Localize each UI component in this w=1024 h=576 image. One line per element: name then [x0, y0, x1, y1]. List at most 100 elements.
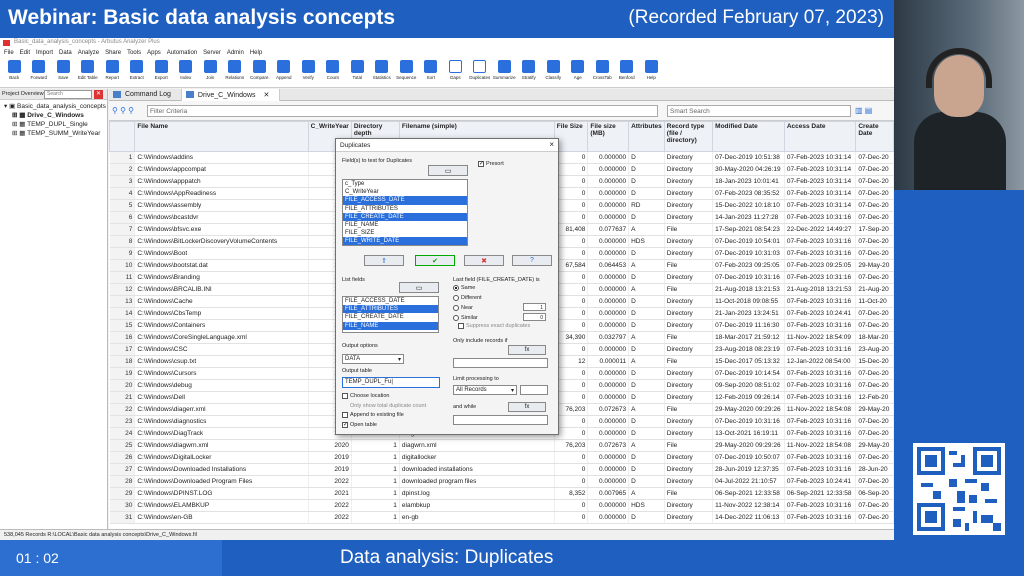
column-header[interactable]	[109, 121, 136, 152]
menu-item-edit[interactable]: Edit	[20, 50, 30, 56]
help-button[interactable]: Help	[639, 58, 664, 88]
tab-close-icon[interactable]: ✕	[264, 92, 270, 99]
table-row[interactable]: 27 C:\Windows\Downloaded Installations 201…	[109, 463, 894, 476]
limit-processing-select[interactable]: All Records ▾	[453, 385, 517, 395]
field-option[interactable]: FILE_ACCESS_DATE	[343, 196, 467, 205]
choose-location-checkbox[interactable]: Choose location	[342, 393, 389, 399]
radio-similar[interactable]: Similar	[453, 315, 478, 321]
count-button[interactable]: Count	[321, 58, 346, 88]
output-type-select[interactable]: DATA ▾	[342, 354, 404, 364]
report-button[interactable]: Report	[100, 58, 125, 88]
expression-builder-button[interactable]: fx	[508, 345, 546, 355]
back-button[interactable]: Back	[2, 58, 27, 88]
tree-item[interactable]: ⊞ ▦ TEMP_SUMM_WriteYear	[4, 129, 107, 138]
append-existing-checkbox[interactable]: Append to existing file	[342, 412, 404, 418]
while-expression-button[interactable]: fx	[508, 402, 546, 412]
edit-table-button[interactable]: Edit Table	[76, 58, 101, 88]
column-header[interactable]: Access Date	[783, 121, 857, 152]
compare-button[interactable]: Compare	[247, 58, 272, 88]
menu-item-tools[interactable]: Tools	[127, 50, 141, 56]
column-header[interactable]: Attributes	[628, 121, 665, 152]
list-fields-listbox[interactable]: FILE_ACCESS_DATE FILE_ATTRIBUTES FILE_CREA…	[342, 296, 439, 333]
index-button[interactable]: Index	[174, 58, 199, 88]
fields-listbox[interactable]: c_Type C_WriteYear FILE_ACCESS_DATE FILE_AT…	[342, 179, 468, 246]
table-row[interactable]: 29 C:\Windows\DPINST.LOG 2021 1 dpinst.log 8,…	[109, 487, 894, 500]
filter-criteria-input[interactable]: Filter Criteria	[147, 105, 658, 117]
list-field-option[interactable]: FILE_ACCESS_DATE	[343, 297, 438, 305]
clear-search-icon[interactable]: ✕	[94, 90, 103, 99]
column-header[interactable]: File Size	[553, 121, 589, 152]
classify-button[interactable]: Classify	[541, 58, 566, 88]
forward-button[interactable]: Forward	[27, 58, 52, 88]
limit-count-input[interactable]	[520, 385, 548, 395]
tab-command-log[interactable]: Command Log	[109, 89, 182, 101]
field-option[interactable]: FILE_ATTRIBUTES	[343, 205, 467, 213]
tree-item[interactable]: ⊞ ▦ Drive_C_Windows	[4, 111, 107, 120]
fields-expression-button[interactable]: ▭	[428, 165, 468, 176]
ok-button[interactable]: ✔	[415, 255, 455, 266]
menu-item-automation[interactable]: Automation	[167, 50, 197, 56]
column-header[interactable]: File Name	[134, 121, 309, 152]
condition-input[interactable]	[453, 358, 548, 368]
field-option[interactable]: FILE_CREATE_DATE	[343, 212, 467, 221]
verify-button[interactable]: Verify	[296, 58, 321, 88]
menu-item-data[interactable]: Data	[59, 50, 72, 56]
field-option[interactable]: c_Type	[343, 180, 467, 188]
move-up-button[interactable]: ⇑	[364, 255, 404, 266]
open-table-checkbox[interactable]: ✓ Open table	[342, 422, 377, 428]
list-field-option[interactable]: FILE_NAME	[343, 321, 438, 330]
menu-item-help[interactable]: Help	[250, 50, 262, 56]
total-button[interactable]: Total	[345, 58, 370, 88]
suppress-duplicates-checkbox[interactable]: Suppress exact duplicates	[458, 323, 530, 329]
field-option[interactable]: C_WriteYear	[343, 188, 467, 196]
menu-item-share[interactable]: Share	[105, 50, 121, 56]
menu-item-import[interactable]: Import	[36, 50, 53, 56]
column-header[interactable]: File size (MB)	[587, 121, 630, 152]
extract-button[interactable]: Extract	[125, 58, 150, 88]
benford-button[interactable]: Benford	[615, 58, 640, 88]
while-condition-input[interactable]	[453, 415, 548, 425]
tree-item[interactable]: ▾ ▣ Basic_data_analysis_concepts	[4, 102, 107, 111]
column-header[interactable]: Record type (file / directory)	[663, 121, 714, 152]
smart-search-input[interactable]: Smart Search	[667, 105, 851, 117]
output-table-input[interactable]: TEMP_DUPL_Fu|	[342, 377, 440, 388]
table-row[interactable]: 25 C:\Windows\diagwrn.xml 2020 1 diagwrn.xml…	[109, 439, 894, 452]
tab-drive-c-windows[interactable]: Drive_C_Windows ✕	[181, 89, 281, 101]
list-field-option[interactable]: FILE_ATTRIBUTES	[343, 305, 438, 314]
field-option[interactable]: FILE_WRITE_DATE	[343, 237, 467, 245]
column-header[interactable]: Create Date	[855, 121, 894, 152]
column-header[interactable]: Modified Date	[712, 121, 785, 152]
near-value-input[interactable]: 1	[523, 303, 546, 311]
statistics-button[interactable]: Statistics	[370, 58, 395, 88]
sort-button[interactable]: Sort	[419, 58, 444, 88]
field-option[interactable]: FILE_NAME	[343, 221, 467, 229]
cancel-button[interactable]: ✖	[464, 255, 504, 266]
export-button[interactable]: Export	[149, 58, 174, 88]
presort-checkbox[interactable]: ✓ Presort	[478, 161, 504, 167]
table-row[interactable]: 30 C:\Windows\ELAMBKUP 2022 1 elambkup 0 0.000…	[109, 499, 894, 512]
crosstab-button[interactable]: CrossTab	[590, 58, 615, 88]
filter-icons[interactable]: ⚲ ⚲ ⚲	[112, 106, 134, 115]
radio-different[interactable]: Different	[453, 295, 482, 301]
field-option[interactable]: FILE_SIZE	[343, 229, 467, 237]
list-fields-button[interactable]: ▭	[399, 282, 439, 293]
menu-item-admin[interactable]: Admin	[227, 50, 244, 56]
list-field-option[interactable]: FILE_CREATE_DATE	[343, 313, 438, 321]
dialog-close-button[interactable]: ×	[549, 140, 554, 149]
duplicates-button[interactable]: Duplicates	[468, 58, 493, 88]
sequence-button[interactable]: Sequence	[394, 58, 419, 88]
radio-same[interactable]: Same	[453, 285, 475, 291]
table-row[interactable]: 28 C:\Windows\Downloaded Program Files 202…	[109, 475, 894, 488]
chart-icon[interactable]: ▥ ▤	[855, 106, 872, 115]
relations-button[interactable]: Relations	[223, 58, 248, 88]
radio-near[interactable]: Near	[453, 305, 473, 311]
save-button[interactable]: Save	[51, 58, 76, 88]
join-button[interactable]: Join	[198, 58, 223, 88]
table-row[interactable]: 26 C:\Windows\DigitalLocker 2019 1 digitallo…	[109, 451, 894, 464]
age-button[interactable]: Age	[566, 58, 591, 88]
menu-item-analyze[interactable]: Analyze	[78, 50, 99, 56]
project-search-input[interactable]: Search	[44, 90, 92, 99]
menu-item-apps[interactable]: Apps	[147, 50, 161, 56]
help-button[interactable]: ?	[512, 255, 552, 266]
summarize-button[interactable]: Summarize	[492, 58, 517, 88]
